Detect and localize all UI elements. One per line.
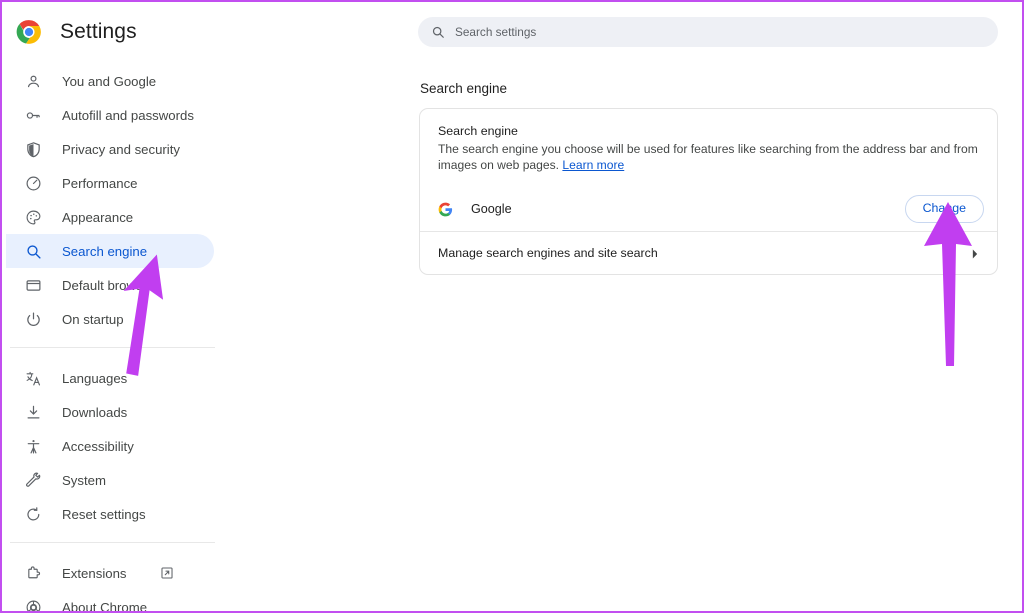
sidebar-item-label: About Chrome: [62, 599, 148, 613]
card-block-description: The search engine you choose will be use…: [438, 141, 979, 173]
key-icon: [24, 106, 43, 125]
speedometer-icon: [24, 174, 43, 193]
wrench-icon: [24, 471, 43, 490]
sidebar-item-you-and-google[interactable]: You and Google: [6, 64, 214, 98]
sidebar-item-label: Reset settings: [62, 506, 146, 522]
translate-icon: [24, 369, 43, 388]
sidebar-group-tertiary: Extensions About Chrome: [2, 554, 228, 613]
sidebar-divider-2: [10, 542, 215, 543]
sidebar-item-label: Search engine: [62, 243, 148, 259]
chevron-right-icon: [970, 247, 980, 259]
sidebar-item-accessibility[interactable]: Accessibility: [6, 429, 214, 463]
sidebar-item-label: Languages: [62, 370, 128, 386]
search-placeholder-text: Search settings: [455, 25, 537, 39]
download-icon: [24, 403, 43, 422]
sidebar-item-label: Accessibility: [62, 438, 134, 454]
sidebar-item-default-browser[interactable]: Default browser: [6, 268, 214, 302]
change-button[interactable]: Change: [904, 195, 984, 223]
current-search-engine-row: Google Change: [420, 187, 997, 231]
sidebar-item-system[interactable]: System: [6, 463, 214, 497]
sidebar-item-label: System: [62, 472, 106, 488]
sidebar-item-label: On startup: [62, 311, 124, 327]
search-engine-card: Search engine The search engine you choo…: [419, 108, 998, 276]
sidebar-item-autofill-and-passwords[interactable]: Autofill and passwords: [6, 98, 214, 132]
power-icon: [24, 310, 43, 329]
sidebar-item-about-chrome[interactable]: About Chrome: [6, 590, 214, 613]
chrome-settings-window: Settings You and Google Autofill and pas…: [0, 0, 1024, 613]
search-settings-field[interactable]: Search settings: [418, 17, 998, 47]
sidebar-item-reset-settings[interactable]: Reset settings: [6, 497, 214, 531]
chrome-outline-icon: [24, 598, 43, 611]
reset-icon: [24, 505, 43, 524]
extension-puzzle-icon: [24, 564, 43, 583]
sidebar-item-label: Appearance: [62, 209, 134, 225]
sidebar-item-label: Privacy and security: [62, 141, 180, 157]
sidebar-item-downloads[interactable]: Downloads: [6, 395, 214, 429]
sidebar-item-label: You and Google: [62, 73, 157, 89]
sidebar-item-privacy-and-security[interactable]: Privacy and security: [6, 132, 214, 166]
card-block-title: Search engine: [438, 124, 518, 138]
chrome-logo-icon: [16, 19, 42, 45]
sidebar-item-languages[interactable]: Languages: [6, 361, 214, 395]
sidebar-item-performance[interactable]: Performance: [6, 166, 214, 200]
sidebar-item-label: Autofill and passwords: [62, 107, 194, 123]
accessibility-icon: [24, 437, 43, 456]
search-icon: [431, 25, 445, 39]
learn-more-link[interactable]: Learn more: [562, 158, 624, 172]
sidebar-item-search-engine[interactable]: Search engine: [6, 234, 214, 268]
sidebar-group-secondary: Languages Downloads Accessibility System…: [2, 359, 228, 531]
section-title-search-engine: Search engine: [420, 81, 508, 96]
description-text: The search engine you choose will be use…: [438, 142, 978, 173]
sidebar-group-primary: You and Google Autofill and passwords Pr…: [2, 62, 228, 336]
sidebar-item-label: Extensions: [62, 565, 127, 581]
browser-window-icon: [24, 276, 43, 295]
sidebar-item-on-startup[interactable]: On startup: [6, 302, 214, 336]
page-title: Settings: [60, 20, 137, 43]
search-icon: [24, 242, 43, 261]
manage-search-engines-label: Manage search engines and site search: [438, 246, 658, 261]
external-link-icon: [160, 566, 174, 580]
sidebar-item-label: Default browser: [62, 277, 155, 293]
sidebar-item-appearance[interactable]: Appearance: [6, 200, 214, 234]
shield-icon: [24, 140, 43, 159]
google-g-icon: [438, 202, 453, 217]
settings-sidebar: Settings You and Google Autofill and pas…: [2, 2, 228, 611]
search-engine-description-block: Search engine The search engine you choo…: [420, 109, 997, 187]
current-engine-name: Google: [471, 202, 512, 217]
sidebar-divider-1: [10, 347, 215, 348]
sidebar-item-label: Downloads: [62, 404, 128, 420]
brand-header: Settings: [2, 2, 228, 62]
sidebar-item-label: Performance: [62, 175, 138, 191]
palette-icon: [24, 208, 43, 227]
person-icon: [24, 72, 43, 91]
sidebar-item-extensions[interactable]: Extensions: [6, 556, 214, 590]
manage-search-engines-row[interactable]: Manage search engines and site search: [420, 232, 997, 274]
